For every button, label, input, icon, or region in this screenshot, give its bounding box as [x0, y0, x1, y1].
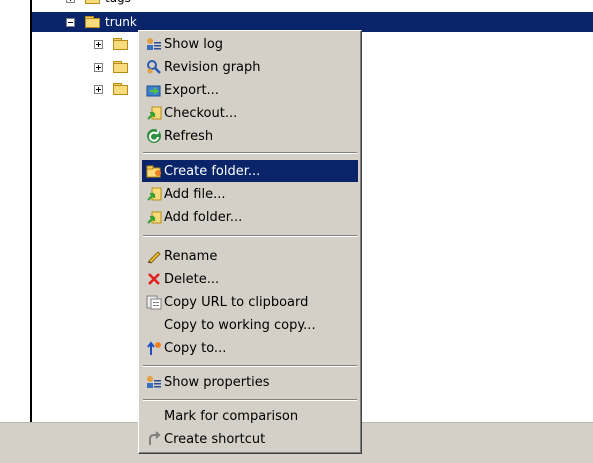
menu-item-show-log[interactable]: Show log — [142, 33, 358, 55]
menu-item-add-file[interactable]: Add file... — [142, 183, 358, 205]
folder-icon — [113, 82, 129, 96]
expand-icon[interactable] — [66, 0, 75, 3]
menu-item-label: Copy to working copy... — [164, 317, 316, 333]
expand-icon[interactable] — [94, 62, 103, 72]
menu-item-copy-url[interactable]: Copy URL to clipboard — [142, 291, 358, 313]
folder-icon — [113, 37, 129, 51]
repo-browser-window: tags trunk Show log Revision graph — [0, 0, 593, 463]
menu-item-copy-to-working-copy[interactable]: Copy to working copy... — [142, 314, 358, 336]
menu-separator — [143, 152, 357, 154]
show-properties-icon — [146, 374, 162, 390]
tree-item-child[interactable] — [94, 79, 133, 99]
tree-item-child[interactable] — [94, 57, 133, 77]
rename-icon — [146, 248, 162, 264]
menu-item-copy-to[interactable]: Copy to... — [142, 337, 358, 359]
menu-item-label: Mark for comparison — [164, 408, 299, 424]
menu-item-label: Revision graph — [164, 59, 261, 75]
menu-item-label: Create folder... — [164, 163, 261, 179]
menu-item-mark-for-comparison[interactable]: Mark for comparison — [142, 405, 358, 427]
menu-separator — [143, 235, 357, 237]
menu-separator — [143, 399, 357, 401]
folder-icon — [85, 0, 101, 5]
copy-url-icon — [146, 294, 162, 310]
collapse-icon[interactable] — [66, 17, 75, 27]
menu-item-label: Add folder... — [164, 209, 243, 225]
menu-item-refresh[interactable]: Refresh — [142, 125, 358, 147]
menu-item-add-folder[interactable]: Add folder... — [142, 206, 358, 228]
menu-item-label: Checkout... — [164, 105, 238, 121]
menu-item-create-folder[interactable]: Create folder... — [142, 160, 358, 182]
tree-item-trunk[interactable]: trunk — [32, 12, 593, 32]
tree-item-label: tags — [105, 0, 131, 5]
refresh-icon — [146, 128, 162, 144]
revision-graph-icon — [146, 59, 162, 75]
menu-item-revision-graph[interactable]: Revision graph — [142, 56, 358, 78]
menu-item-create-shortcut[interactable]: Create shortcut — [142, 428, 358, 450]
menu-item-delete[interactable]: Delete... — [142, 268, 358, 290]
menu-item-label: Refresh — [164, 128, 214, 144]
menu-item-rename[interactable]: Rename — [142, 245, 358, 267]
menu-item-label: Show log — [164, 36, 224, 52]
expand-icon[interactable] — [94, 84, 103, 94]
export-icon — [146, 82, 162, 98]
checkout-icon — [146, 105, 162, 121]
menu-item-label: Delete... — [164, 271, 220, 287]
menu-item-label: Rename — [164, 248, 218, 264]
tree-item-child[interactable] — [94, 34, 133, 54]
menu-item-label: Add file... — [164, 186, 226, 202]
add-file-icon — [146, 186, 162, 202]
folder-open-icon — [85, 15, 101, 29]
menu-separator — [143, 365, 357, 367]
context-menu: Show log Revision graph Export... Checko… — [138, 30, 362, 454]
tree-item-label: trunk — [105, 15, 137, 29]
tree-border-line — [30, 0, 32, 422]
menu-item-label: Copy URL to clipboard — [164, 294, 309, 310]
delete-icon — [146, 271, 162, 287]
expand-icon[interactable] — [94, 39, 103, 49]
menu-item-label: Create shortcut — [164, 431, 266, 447]
menu-item-show-properties[interactable]: Show properties — [142, 371, 358, 393]
add-folder-icon — [146, 209, 162, 225]
menu-item-label: Copy to... — [164, 340, 227, 356]
show-log-icon — [146, 36, 162, 52]
menu-item-label: Show properties — [164, 374, 270, 390]
copy-to-icon — [146, 340, 162, 356]
tree-item-tags[interactable]: tags — [66, 0, 131, 8]
create-shortcut-icon — [146, 431, 162, 447]
menu-item-label: Export... — [164, 82, 219, 98]
folder-icon — [113, 60, 129, 74]
menu-item-export[interactable]: Export... — [142, 79, 358, 101]
menu-item-checkout[interactable]: Checkout... — [142, 102, 358, 124]
create-folder-icon — [146, 163, 162, 179]
